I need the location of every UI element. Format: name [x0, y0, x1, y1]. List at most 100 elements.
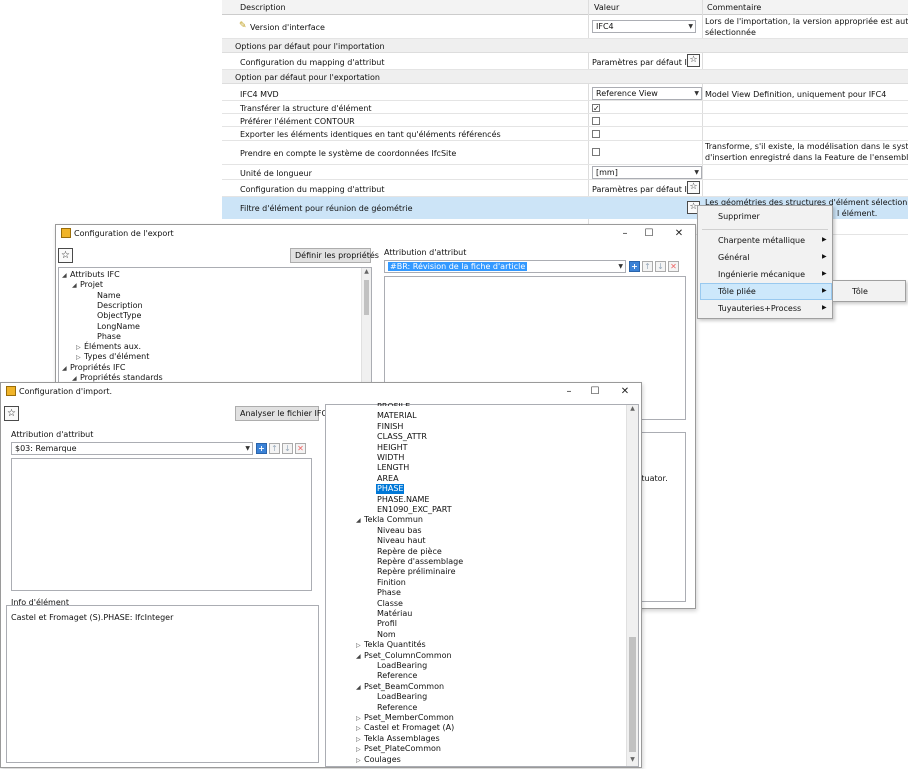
minimize-icon[interactable]: –: [614, 227, 636, 241]
tree-node[interactable]: ▷ Castel et Fromaget (A): [356, 723, 454, 734]
menu-item-piping[interactable]: Tuyauteries+Process: [718, 304, 801, 313]
tree-leaf[interactable]: Phase: [97, 332, 121, 342]
tree-node[interactable]: ▷ Pset_PlateCommon: [356, 744, 441, 755]
tree-leaf[interactable]: Reference: [377, 703, 417, 713]
import-mapping-value: Paramètres par défaut ISD: [592, 58, 699, 67]
tree-node[interactable]: ◢ Projet: [72, 280, 103, 291]
chevron-down-icon: ▼: [694, 90, 699, 97]
scroll-up-icon[interactable]: ▲: [627, 405, 638, 415]
tree-leaf-selected[interactable]: PHASE: [376, 484, 405, 494]
tree-leaf[interactable]: Reference: [377, 671, 417, 681]
tree-leaf[interactable]: PHASE.NAME: [377, 495, 429, 505]
scroll-thumb[interactable]: [629, 637, 636, 752]
chevron-right-icon: ▶: [822, 270, 827, 277]
collapse-icon[interactable]: ◢: [356, 516, 364, 526]
export-mapping-label: Configuration du mapping d'attribut: [240, 185, 385, 194]
collapse-icon[interactable]: ◢: [356, 652, 364, 662]
mvd-select[interactable]: Reference View ▼: [592, 87, 702, 100]
export-attr-select[interactable]: #BR: Révision de la fiche d'article ▼: [384, 260, 626, 273]
chevron-down-icon: ▼: [618, 263, 623, 270]
tree-leaf[interactable]: MATERIAL: [377, 411, 417, 421]
tree-leaf[interactable]: ObjectType: [97, 311, 141, 321]
expand-icon[interactable]: ▷: [356, 756, 364, 766]
mvd-comment: Model View Definition, uniquement pour I…: [705, 90, 887, 99]
tree-node[interactable]: ◢ Tekla Commun: [356, 515, 423, 526]
version-select[interactable]: IFC4 ▼: [592, 20, 696, 33]
tree-leaf[interactable]: FINISH: [377, 422, 403, 432]
import-mapping-label: Configuration du mapping d'attribut: [240, 58, 385, 67]
tree-leaf[interactable]: LoadBearing: [377, 661, 427, 671]
header-value[interactable]: Valeur: [594, 3, 619, 12]
tree-leaf[interactable]: Finition: [377, 578, 406, 588]
submenu-item-sheet[interactable]: Tôle: [852, 287, 868, 296]
collapse-icon[interactable]: ◢: [72, 281, 80, 291]
tree-leaf[interactable]: Repère d'assemblage: [377, 557, 463, 567]
tree-leaf[interactable]: Repère de pièce: [377, 547, 442, 557]
tree-leaf[interactable]: LongName: [97, 322, 140, 332]
tree-leaf[interactable]: Phase: [377, 588, 401, 598]
chevron-down-icon: ▼: [694, 169, 699, 176]
export-mapping-star-button[interactable]: ☆: [687, 181, 700, 194]
transfer-checkbox[interactable]: ✓: [592, 104, 600, 113]
tree-leaf[interactable]: WIDTH: [377, 453, 404, 463]
export-favorite-button[interactable]: ☆: [58, 248, 73, 263]
import-mapping-star-button[interactable]: ☆: [687, 54, 700, 67]
collapse-icon[interactable]: ◢: [62, 271, 70, 281]
tree-leaf[interactable]: Repère préliminaire: [377, 567, 456, 577]
header-comment[interactable]: Commentaire: [707, 3, 761, 12]
scroll-up-icon[interactable]: ▲: [362, 268, 371, 278]
export-title-bar[interactable]: Configuration de l'export – ☐ ✕: [56, 225, 695, 242]
tree-node[interactable]: ▷ Types d'élément: [76, 352, 149, 363]
chevron-right-icon: ▶: [822, 236, 827, 243]
arrow-down-icon[interactable]: ↓: [655, 261, 666, 272]
export-tree-scrollbar[interactable]: ▲: [361, 268, 371, 386]
expand-icon[interactable]: ▷: [356, 724, 364, 734]
tree-leaf[interactable]: Name: [97, 291, 121, 301]
scroll-thumb[interactable]: [364, 280, 369, 315]
scroll-down-icon[interactable]: ▼: [627, 756, 638, 766]
tree-leaf[interactable]: Matériau: [377, 609, 412, 619]
tree-node[interactable]: ▷ Coulages: [356, 755, 401, 766]
contour-checkbox[interactable]: [592, 117, 600, 125]
tree-leaf[interactable]: LENGTH: [377, 463, 409, 473]
expand-icon[interactable]: ▷: [356, 745, 364, 755]
header-description[interactable]: Description: [240, 3, 286, 12]
export-window-title: Configuration de l'export: [74, 229, 174, 238]
identical-checkbox[interactable]: [592, 130, 600, 138]
collapse-icon[interactable]: ◢: [356, 683, 364, 693]
collapse-icon[interactable]: ◢: [62, 364, 70, 374]
tree-leaf[interactable]: PROFILE: [377, 402, 410, 406]
version-label: Version d'interface: [250, 23, 325, 32]
export-section-title: Option par défaut pour l'exportation: [235, 73, 380, 82]
expand-icon[interactable]: ▷: [76, 353, 84, 363]
ifc-tree-scrollbar[interactable]: ▲ ▼: [626, 405, 638, 766]
tree-leaf[interactable]: Profil: [377, 619, 397, 629]
tree-leaf[interactable]: Description: [97, 301, 143, 311]
define-properties-button[interactable]: Définir les propriétés: [290, 248, 379, 263]
tree-leaf[interactable]: Classe: [377, 599, 403, 609]
close-icon[interactable]: ✕: [668, 227, 690, 241]
expand-icon[interactable]: ▷: [356, 641, 364, 651]
chevron-down-icon: ▼: [688, 23, 693, 30]
delete-icon[interactable]: ✕: [668, 261, 679, 272]
arrow-up-icon[interactable]: ↑: [642, 261, 653, 272]
tree-node[interactable]: ▷ Tekla Quantités: [356, 640, 426, 651]
menu-item-steel[interactable]: Charpente métallique: [718, 236, 805, 245]
tree-leaf[interactable]: LoadBearing: [377, 692, 427, 702]
tree-leaf[interactable]: Niveau bas: [377, 526, 422, 536]
tree-leaf[interactable]: Nom: [377, 630, 396, 640]
ifcsite-checkbox[interactable]: [592, 148, 600, 156]
version-comment-2: sélectionnée: [705, 28, 756, 37]
menu-item-mechanical[interactable]: Ingénierie mécanique: [718, 270, 805, 279]
maximize-icon[interactable]: ☐: [638, 227, 660, 241]
menu-item-delete[interactable]: Supprimer: [718, 212, 760, 221]
tree-leaf[interactable]: AREA: [377, 474, 399, 484]
menu-item-folded-sheet[interactable]: Tôle pliée: [718, 287, 756, 296]
add-icon[interactable]: +: [629, 261, 640, 272]
tree-leaf[interactable]: CLASS_ATTR: [377, 432, 427, 442]
unit-select[interactable]: [mm] ▼: [592, 166, 702, 179]
tree-leaf[interactable]: EN1090_EXC_PART: [377, 505, 452, 515]
tree-leaf[interactable]: Niveau haut: [377, 536, 426, 546]
menu-item-general[interactable]: Général: [718, 253, 750, 262]
tree-leaf[interactable]: HEIGHT: [377, 443, 408, 453]
